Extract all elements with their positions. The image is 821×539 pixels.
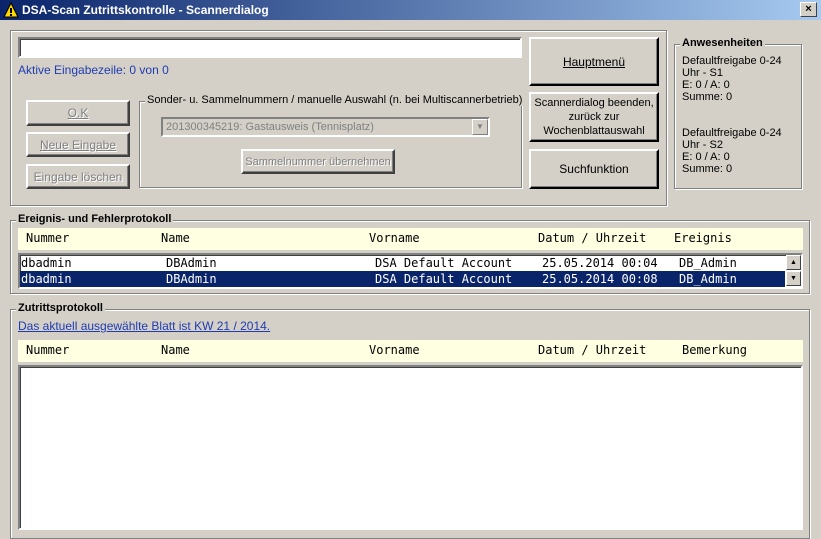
column-header-firstname: Vorname <box>369 343 420 357</box>
end-scanner-dialog-button[interactable]: Scannerdialog beenden, zurück zur Wochen… <box>529 92 659 142</box>
special-numbers-group <box>139 101 522 188</box>
clear-input-button[interactable]: Eingabe löschen <box>26 164 130 189</box>
access-log-list[interactable] <box>18 365 803 530</box>
column-header-name: Name <box>161 343 190 357</box>
table-row-selected[interactable]: dbadmin DBAdmin DSA Default Account 25.0… <box>20 271 785 287</box>
close-button[interactable]: × <box>800 2 817 17</box>
event-log-list[interactable]: dbadmin DBAdmin DSA Default Account 25.0… <box>18 253 803 289</box>
table-row[interactable]: dbadmin DBAdmin DSA Default Account 25.0… <box>20 255 785 271</box>
arrow-up-icon: ▲ <box>790 259 797 266</box>
main-menu-button[interactable]: Hauptmenü <box>529 37 659 86</box>
column-header-name: Name <box>161 231 190 245</box>
event-log-header: Nummer Name Vorname Datum / Uhrzeit Erei… <box>18 228 803 250</box>
scroll-down-button[interactable]: ▼ <box>786 271 801 286</box>
access-log-label: Zutrittsprotokoll <box>16 302 105 314</box>
chevron-down-icon[interactable]: ▼ <box>472 119 488 135</box>
column-header-datetime: Datum / Uhrzeit <box>538 343 647 357</box>
attendance-block-s2: Defaultfreigabe 0-24 Uhr - S2 E: 0 / A: … <box>682 127 782 175</box>
column-header-event: Ereignis <box>674 231 732 245</box>
search-function-button[interactable]: Suchfunktion <box>529 149 659 189</box>
title-bar: DSA-Scan Zutrittskontrolle - Scannerdial… <box>0 0 821 20</box>
arrow-down-icon: ▼ <box>790 275 797 282</box>
column-header-remark: Bemerkung <box>682 343 748 357</box>
close-icon: × <box>805 3 812 15</box>
ok-button[interactable]: O.K <box>26 100 130 126</box>
warning-triangle-icon <box>3 2 19 18</box>
access-log-header: Nummer Name Vorname Datum / Uhrzeit Beme… <box>18 340 803 362</box>
selected-sheet-link[interactable]: Das aktuell ausgewählte Blatt ist KW 21 … <box>18 319 270 333</box>
active-input-status: Aktive Eingabezeile: 0 von 0 <box>18 63 169 77</box>
take-collective-number-button[interactable]: Sammelnummer übernehmen <box>241 149 395 174</box>
window-title: DSA-Scan Zutrittskontrolle - Scannerdial… <box>22 3 269 17</box>
attendance-label: Anwesenheiten <box>680 37 765 49</box>
scanner-input[interactable] <box>18 37 522 58</box>
attendance-block-s1: Defaultfreigabe 0-24 Uhr - S1 E: 0 / A: … <box>682 55 782 103</box>
event-log-label: Ereignis- und Fehlerprotokoll <box>16 213 174 225</box>
column-header-number: Nummer <box>26 343 70 357</box>
special-number-select[interactable]: 201300345219: Gastausweis (Tennisplatz) … <box>161 117 490 137</box>
special-numbers-label: Sonder- u. Sammelnummern / manuelle Ausw… <box>145 94 525 106</box>
new-input-button[interactable]: Neue Eingabe <box>26 132 130 157</box>
scroll-up-button[interactable]: ▲ <box>786 255 801 270</box>
column-header-firstname: Vorname <box>369 231 420 245</box>
column-header-number: Nummer <box>26 231 70 245</box>
column-header-datetime: Datum / Uhrzeit <box>538 231 647 245</box>
